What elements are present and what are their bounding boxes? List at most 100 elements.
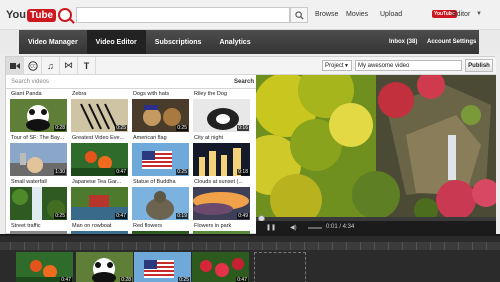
browse-link[interactable]: Browse <box>315 11 338 18</box>
video-tile[interactable]: Riley the Dog 0:16 <box>193 91 250 132</box>
video-tile[interactable]: City at night 0:18 <box>193 135 250 176</box>
timeline-tick <box>486 242 487 250</box>
timeline-tick <box>206 242 207 250</box>
camera-icon[interactable] <box>6 56 24 75</box>
video-duration: 0:49 <box>237 213 249 219</box>
timeline-tick <box>290 242 291 250</box>
music-icon[interactable]: ♫ <box>42 56 60 75</box>
timeline-tick <box>220 242 221 250</box>
video-duration: 0:19 <box>176 213 188 219</box>
movies-link[interactable]: Movies <box>346 11 368 18</box>
timeline-tick <box>94 242 95 250</box>
video-editor-panel: CC ♫ ⋈ T Search videos Search Giant Pand… <box>5 56 496 235</box>
volume-slider[interactable] <box>308 227 322 229</box>
chevron-down-icon[interactable]: ▼ <box>476 11 482 17</box>
timeline-ruler[interactable] <box>0 242 500 250</box>
video-tile[interactable]: Tour of SF: The Bay... 1:30 <box>10 135 67 176</box>
video-title: Flowers in park <box>194 223 232 229</box>
video-tile[interactable]: Small waterfall 0:25 <box>10 179 67 220</box>
video-thumbnail[interactable]: 0:28 <box>10 99 67 132</box>
project-bar: Project ▼ My awesome video Publish <box>256 57 496 75</box>
timeline-tick <box>318 242 319 250</box>
inbox-link[interactable]: Inbox (38) <box>389 30 417 54</box>
timeline-tick <box>24 242 25 250</box>
logo-tube: Tube <box>26 8 57 22</box>
search-input[interactable] <box>76 7 290 23</box>
timeline-clip[interactable]: 0:25 <box>134 252 191 282</box>
video-tile[interactable]: Zebra 0:25 <box>71 91 128 132</box>
video-thumbnail[interactable]: 0:47 <box>71 143 128 176</box>
pause-icon[interactable]: ❚❚ <box>266 224 276 231</box>
video-title: Clouds at sunset (... <box>194 179 243 185</box>
video-thumbnail[interactable]: 0:16 <box>193 99 250 132</box>
video-duration: 0:16 <box>237 125 249 131</box>
video-thumbnail[interactable]: 1:30 <box>10 143 67 176</box>
video-title: City at night <box>194 135 224 141</box>
video-duration: 0:25 <box>176 169 188 175</box>
video-title: American flag <box>133 135 167 141</box>
video-duration: 0:25 <box>176 125 188 131</box>
video-thumbnail[interactable]: 0:25 <box>10 187 67 220</box>
tab-analytics[interactable]: Analytics <box>210 30 259 54</box>
video-preview[interactable] <box>256 75 496 217</box>
project-name-input[interactable]: My awesome video <box>355 60 462 71</box>
video-thumbnail[interactable]: 0:47 <box>71 187 128 220</box>
timeline-tick <box>304 242 305 250</box>
editor-loupe-icon <box>58 8 73 22</box>
account-settings-link[interactable]: Account Settings <box>427 30 476 54</box>
video-thumbnail[interactable]: 0:18 <box>193 143 250 176</box>
timeline-clip[interactable]: 0:28 <box>76 252 133 282</box>
video-tile[interactable]: Dogs with hats 0:25 <box>132 91 189 132</box>
cc-icon[interactable]: CC <box>24 56 42 75</box>
video-tile[interactable]: American flag 0:25 <box>132 135 189 176</box>
top-bar: You Tube Browse Movies Upload YouTube Ed… <box>0 0 500 30</box>
timeline-tick <box>374 242 375 250</box>
video-duration: 0:25 <box>115 125 127 131</box>
svg-text:CC: CC <box>30 63 36 68</box>
volume-icon[interactable]: ◀) <box>290 224 297 231</box>
video-tile[interactable]: Greatest Video Eve... 0:47 <box>71 135 128 176</box>
nav-bar: Video Manager Video Editor Subscriptions… <box>0 30 500 54</box>
video-thumbnail[interactable]: 0:25 <box>132 99 189 132</box>
account-name[interactable]: Editor <box>452 11 470 18</box>
timeline-tick <box>234 242 235 250</box>
tab-subscriptions[interactable]: Subscriptions <box>146 30 211 54</box>
timeline-tick <box>276 242 277 250</box>
video-title: Riley the Dog <box>194 91 228 97</box>
timeline-clip[interactable]: 0:47 <box>192 252 249 282</box>
project-select[interactable]: Project ▼ <box>322 60 352 71</box>
publish-button[interactable]: Publish <box>465 59 493 72</box>
transition-icon[interactable]: ⋈ <box>60 56 78 75</box>
video-search-row: Search videos Search <box>6 75 256 89</box>
video-search-button[interactable]: Search <box>234 77 254 87</box>
timeline-tick <box>346 242 347 250</box>
video-title: Small waterfall <box>11 179 47 185</box>
video-title: Greatest Video Eve... <box>72 135 125 141</box>
video-tile[interactable]: Statue of Buddha 0:19 <box>132 179 189 220</box>
video-thumbnail[interactable]: 0:19 <box>132 187 189 220</box>
tab-video-manager[interactable]: Video Manager <box>19 30 87 54</box>
video-title: Dogs with hats <box>133 91 170 97</box>
timeline-tick <box>52 242 53 250</box>
text-icon[interactable]: T <box>78 56 96 75</box>
video-thumbnail[interactable]: 0:49 <box>193 187 250 220</box>
upload-link[interactable]: Upload <box>380 11 402 18</box>
video-tile[interactable]: Giant Panda 0:28 <box>10 91 67 132</box>
video-thumbnail[interactable]: 0:25 <box>71 99 128 132</box>
timeline-tick <box>192 242 193 250</box>
clip-duration: 0:47 <box>60 277 72 282</box>
search-button[interactable] <box>290 7 308 23</box>
youtube-logo[interactable]: You Tube <box>6 6 73 24</box>
video-search-input[interactable]: Search videos <box>9 77 229 87</box>
timeline-drop-zone[interactable] <box>254 252 306 282</box>
time-readout: 0:01 / 4:34 <box>326 224 355 230</box>
video-tile[interactable]: Japanese Tea Gar... 0:47 <box>71 179 128 220</box>
video-thumbnail[interactable]: 0:25 <box>132 143 189 176</box>
video-tile[interactable]: Clouds at sunset (... 0:49 <box>193 179 250 220</box>
clip-duration: 0:25 <box>178 277 190 282</box>
video-duration: 1:30 <box>54 169 66 175</box>
tab-video-editor[interactable]: Video Editor <box>86 30 146 54</box>
video-duration: 0:28 <box>54 125 66 131</box>
timeline-tick <box>136 242 137 250</box>
timeline-clip[interactable]: 0:47 <box>16 252 73 282</box>
